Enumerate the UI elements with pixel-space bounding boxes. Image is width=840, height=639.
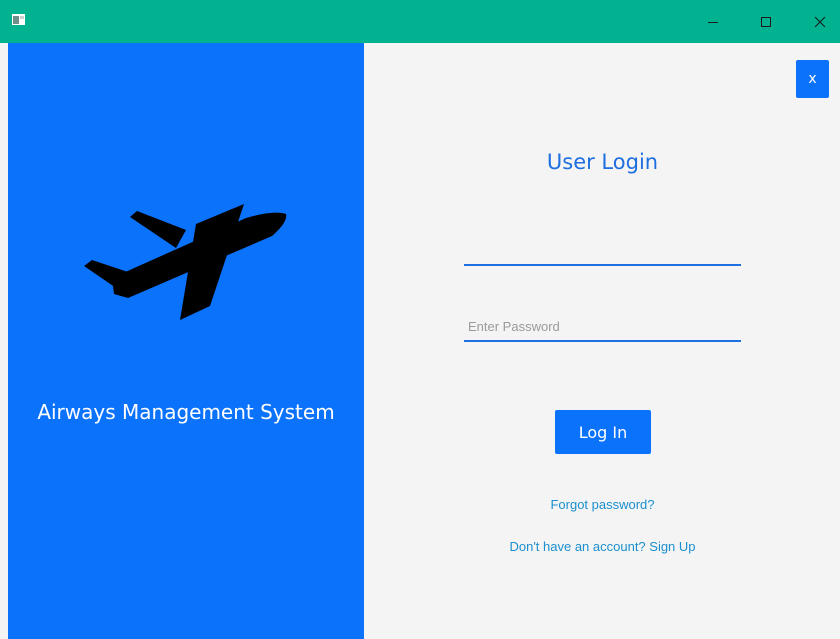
app-name: Airways Management System — [37, 400, 335, 424]
sign-up-link[interactable]: Don't have an account? Sign Up — [465, 539, 740, 554]
forgot-password-link[interactable]: Forgot password? — [465, 497, 740, 512]
airplane-icon — [84, 204, 287, 320]
maximize-icon — [761, 16, 771, 27]
app-window-icon — [12, 14, 25, 25]
minimize-icon — [708, 21, 718, 23]
close-button[interactable]: x — [796, 60, 829, 98]
window-close-button[interactable] — [797, 0, 840, 43]
username-input[interactable] — [464, 236, 741, 266]
login-title: User Login — [546, 150, 659, 174]
login-button[interactable]: Log In — [555, 410, 651, 454]
window-border — [0, 43, 8, 639]
minimize-button[interactable] — [690, 0, 736, 43]
brand-panel — [8, 43, 364, 639]
title-bar — [0, 0, 840, 43]
close-icon — [814, 16, 826, 27]
password-input[interactable] — [464, 312, 741, 342]
maximize-button[interactable] — [743, 0, 789, 43]
